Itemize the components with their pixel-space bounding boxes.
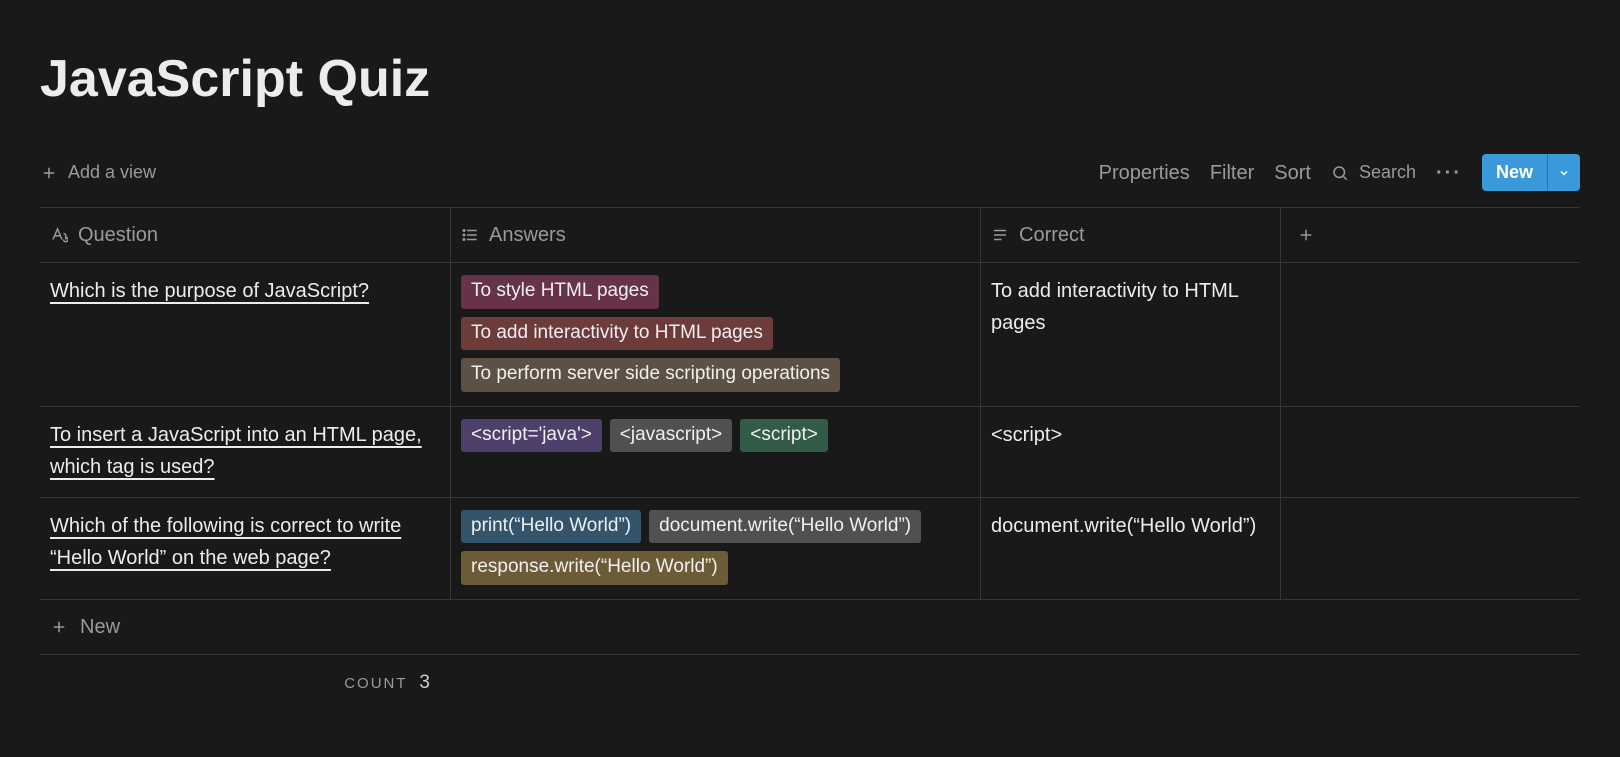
question-text[interactable]: Which is the purpose of JavaScript? (50, 280, 369, 302)
database-table: Question Answers Correct Which is the (40, 207, 1580, 697)
answer-tag[interactable]: print(“Hello World”) (461, 510, 641, 544)
correct-cell[interactable]: document.write(“Hello World”) (980, 498, 1280, 599)
column-header-label: Correct (1019, 220, 1085, 250)
page-title[interactable]: JavaScript Quiz (40, 40, 1580, 118)
table-header: Question Answers Correct (40, 208, 1580, 263)
answer-tag[interactable]: <script='java'> (461, 419, 602, 453)
question-text[interactable]: To insert a JavaScript into an HTML page… (50, 424, 422, 478)
add-column-button[interactable] (1280, 208, 1580, 262)
count-value: 3 (419, 672, 430, 693)
table-row[interactable]: Which is the purpose of JavaScript? To st… (40, 263, 1580, 407)
answer-tag[interactable]: To add interactivity to HTML pages (461, 317, 773, 351)
add-view-button[interactable]: Add a view (40, 159, 156, 186)
text-property-icon (991, 226, 1009, 244)
question-text[interactable]: Which of the following is correct to wri… (50, 515, 401, 569)
table-row[interactable]: To insert a JavaScript into an HTML page… (40, 407, 1580, 498)
chevron-down-icon (1558, 167, 1570, 179)
answer-tags: print(“Hello World”)document.write(“Hell… (461, 510, 970, 585)
question-cell[interactable]: Which of the following is correct to wri… (40, 498, 450, 599)
answer-tag[interactable]: document.write(“Hello World”) (649, 510, 921, 544)
title-property-icon (50, 226, 68, 244)
sort-button[interactable]: Sort (1274, 158, 1311, 188)
question-cell[interactable]: Which is the purpose of JavaScript? (40, 263, 450, 406)
filter-button[interactable]: Filter (1210, 158, 1254, 188)
new-button-group: New (1482, 154, 1580, 191)
answers-cell[interactable]: print(“Hello World”)document.write(“Hell… (450, 498, 980, 599)
search-label: Search (1359, 159, 1416, 186)
table-footer: COUNT 3 (40, 655, 1580, 698)
table-row[interactable]: Which of the following is correct to wri… (40, 498, 1580, 600)
correct-cell[interactable]: <script> (980, 407, 1280, 497)
properties-button[interactable]: Properties (1099, 158, 1190, 188)
search-button[interactable]: Search (1331, 159, 1416, 186)
count-label: COUNT (344, 675, 407, 692)
new-button[interactable]: New (1482, 154, 1547, 191)
empty-cell[interactable] (1280, 498, 1580, 599)
new-dropdown-button[interactable] (1547, 154, 1580, 191)
empty-cell[interactable] (1280, 407, 1580, 497)
add-row-label: New (80, 612, 120, 642)
answers-cell[interactable]: <script='java'><javascript><script> (450, 407, 980, 497)
answer-tag[interactable]: To style HTML pages (461, 275, 659, 309)
column-header-question[interactable]: Question (40, 208, 450, 262)
question-cell[interactable]: To insert a JavaScript into an HTML page… (40, 407, 450, 497)
answer-tags: <script='java'><javascript><script> (461, 419, 970, 453)
answer-tag[interactable]: <script> (740, 419, 828, 453)
database-toolbar: Add a view Properties Filter Sort Search… (40, 148, 1580, 197)
answers-cell[interactable]: To style HTML pages To add interactivity … (450, 263, 980, 406)
empty-cell[interactable] (1280, 263, 1580, 406)
column-header-correct[interactable]: Correct (980, 208, 1280, 262)
multiselect-property-icon (461, 226, 479, 244)
answer-tags: To style HTML pages To add interactivity … (461, 275, 970, 392)
add-view-label: Add a view (68, 159, 156, 186)
column-header-label: Question (78, 220, 158, 250)
answer-tag[interactable]: response.write(“Hello World”) (461, 551, 728, 585)
answer-tag[interactable]: To perform server side scripting operati… (461, 358, 840, 392)
column-header-label: Answers (489, 220, 566, 250)
correct-cell[interactable]: To add interactivity to HTML pages (980, 263, 1280, 406)
plus-icon (1297, 226, 1315, 244)
search-icon (1331, 164, 1349, 182)
plus-icon (50, 618, 68, 636)
row-count[interactable]: COUNT 3 (40, 655, 440, 698)
answer-tag[interactable]: <javascript> (610, 419, 732, 453)
plus-icon (40, 164, 58, 182)
column-header-answers[interactable]: Answers (450, 208, 980, 262)
more-menu-button[interactable]: ··· (1436, 158, 1462, 188)
add-row-button[interactable]: New (40, 600, 1580, 655)
